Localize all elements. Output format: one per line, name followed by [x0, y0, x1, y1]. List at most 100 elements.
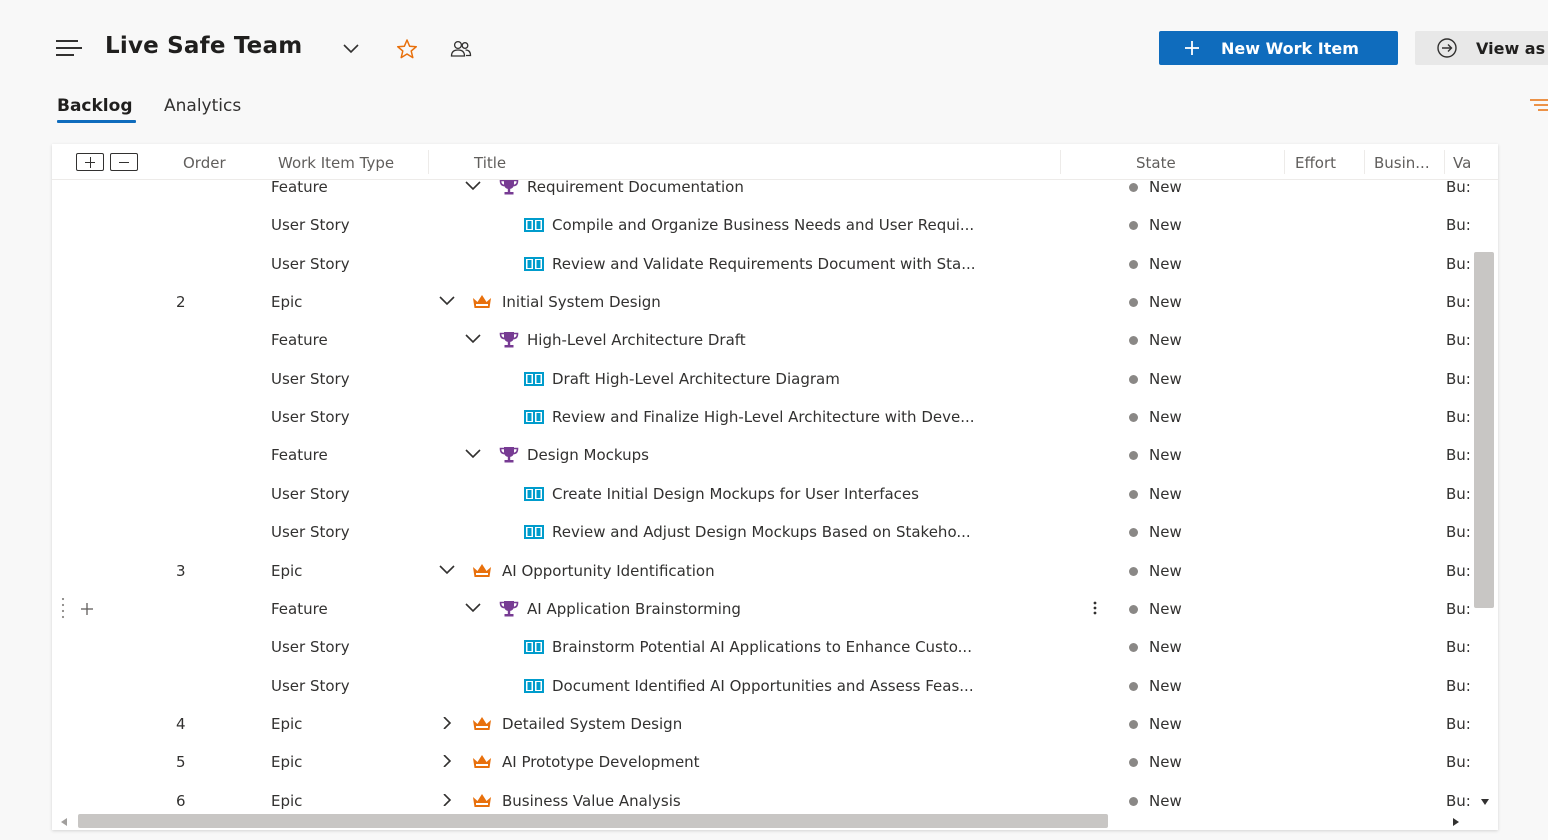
table-row[interactable]: Feature AI Application Brainstorming New Bu… — [52, 590, 1472, 628]
value-area-cell: Bu: — [1446, 331, 1471, 350]
state-indicator-dot — [1129, 758, 1138, 768]
table-row[interactable]: Feature High-Level Architecture Draft New B… — [52, 321, 1472, 359]
work-item-title-link[interactable]: AI Application Brainstorming — [527, 600, 741, 618]
work-item-title-link[interactable]: Initial System Design — [502, 293, 661, 311]
table-row[interactable]: User Story Document Identified AI Opportu… — [52, 667, 1472, 705]
work-item-title-link[interactable]: Review and Adjust Design Mockups Based o… — [552, 523, 971, 541]
expand-all-button[interactable] — [76, 153, 104, 171]
work-item-type-cell: Epic — [271, 293, 303, 312]
work-item-title-link[interactable]: Design Mockups — [527, 446, 649, 464]
order-cell: 2 — [176, 293, 186, 312]
tab-analytics[interactable]: Analytics — [164, 96, 241, 116]
scroll-left-icon[interactable] — [60, 817, 68, 827]
work-item-title-link[interactable]: Create Initial Design Mockups for User I… — [552, 485, 919, 503]
table-row[interactable]: User Story Review and Validate Requiremen… — [52, 245, 1472, 283]
chevron-down-icon[interactable] — [438, 295, 456, 307]
work-item-title-link[interactable]: Draft High-Level Architecture Diagram — [552, 370, 840, 388]
filter-icon[interactable] — [1528, 98, 1548, 112]
state-cell: New — [1149, 369, 1182, 388]
book-icon — [524, 678, 544, 693]
work-item-type-cell: User Story — [271, 254, 350, 273]
work-item-title-link[interactable]: Requirement Documentation — [527, 180, 744, 196]
work-item-title-link[interactable]: Document Identified AI Opportunities and… — [552, 677, 974, 695]
work-item-type-cell: Epic — [271, 753, 303, 772]
work-item-title-link[interactable]: AI Opportunity Identification — [502, 562, 715, 580]
work-item-type-cell: User Story — [271, 484, 350, 503]
work-item-title-link[interactable]: Detailed System Design — [502, 715, 682, 733]
new-work-item-button[interactable]: New Work Item — [1159, 31, 1398, 65]
star-icon[interactable] — [396, 38, 418, 60]
vertical-scroll-thumb[interactable] — [1474, 252, 1494, 608]
book-icon — [524, 486, 544, 501]
chevron-right-icon[interactable] — [438, 793, 456, 806]
chevron-down-icon[interactable] — [464, 180, 482, 192]
state-cell: New — [1149, 791, 1182, 810]
table-row[interactable]: 6 Epic Business Value Analysis New Bu: — [52, 782, 1472, 812]
work-item-title-link[interactable]: Review and Finalize High-Level Architect… — [552, 408, 975, 426]
column-divider — [1284, 150, 1285, 174]
chevron-right-icon[interactable] — [438, 755, 456, 768]
scroll-right-icon[interactable] — [1452, 817, 1460, 827]
table-row[interactable]: Feature Requirement Documentation New Bu: — [52, 180, 1472, 206]
column-value-area[interactable]: Va — [1453, 154, 1472, 172]
table-row[interactable]: User Story Review and Adjust Design Mocku… — [52, 513, 1472, 551]
table-row[interactable]: 2 Epic Initial System Design New Bu: — [52, 283, 1472, 321]
work-item-type-cell: Epic — [271, 714, 303, 733]
table-row[interactable]: 4 Epic Detailed System Design New Bu: — [52, 705, 1472, 743]
collapse-all-button[interactable] — [110, 153, 138, 171]
chevron-down-icon[interactable] — [464, 333, 482, 345]
work-item-title-link[interactable]: Compile and Organize Business Needs and … — [552, 216, 974, 234]
table-row[interactable]: User Story Brainstorm Potential AI Applic… — [52, 628, 1472, 666]
add-child-icon[interactable] — [80, 602, 94, 616]
view-as-button[interactable]: View as — [1415, 31, 1548, 65]
drag-handle-icon[interactable] — [60, 597, 66, 620]
work-item-title-link[interactable]: Brainstorm Potential AI Applications to … — [552, 638, 972, 656]
work-item-title-link[interactable]: Review and Validate Requirements Documen… — [552, 255, 976, 273]
work-item-title-link[interactable]: AI Prototype Development — [502, 753, 700, 771]
table-row[interactable]: User Story Create Initial Design Mockups … — [52, 475, 1472, 513]
scroll-down-icon[interactable] — [1480, 798, 1490, 806]
book-icon — [524, 525, 544, 540]
table-row[interactable]: User Story Compile and Organize Business … — [52, 206, 1472, 244]
chevron-down-icon[interactable] — [342, 42, 360, 54]
crown-icon — [473, 563, 491, 577]
more-actions-icon[interactable] — [1092, 600, 1098, 616]
table-row[interactable]: 3 Epic AI Opportunity Identification New Bu: — [52, 552, 1472, 590]
hamburger-menu-icon[interactable] — [56, 40, 82, 58]
table-row[interactable]: Feature Design Mockups New Bu: — [52, 436, 1472, 474]
book-icon — [524, 410, 544, 425]
state-cell: New — [1149, 331, 1182, 350]
work-item-type-cell: User Story — [271, 216, 350, 235]
value-area-cell: Bu: — [1446, 369, 1471, 388]
work-item-title-link[interactable]: Business Value Analysis — [502, 792, 681, 810]
horizontal-scroll-thumb[interactable] — [78, 814, 1108, 828]
chevron-down-icon[interactable] — [464, 448, 482, 460]
value-area-cell: Bu: — [1446, 254, 1471, 273]
column-business-value[interactable]: Busin... — [1374, 154, 1430, 172]
column-order[interactable]: Order — [183, 154, 226, 172]
column-effort[interactable]: Effort — [1295, 154, 1336, 172]
team-members-icon[interactable] — [450, 40, 472, 58]
column-title[interactable]: Title — [474, 154, 506, 172]
table-row[interactable]: User Story Review and Finalize High-Level… — [52, 398, 1472, 436]
state-cell: New — [1149, 599, 1182, 618]
chevron-down-icon[interactable] — [464, 602, 482, 614]
state-indicator-dot — [1129, 643, 1138, 653]
work-item-title-link[interactable]: High-Level Architecture Draft — [527, 331, 746, 349]
table-row[interactable]: 5 Epic AI Prototype Development New Bu: — [52, 743, 1472, 781]
table-row[interactable]: User Story Draft High-Level Architecture … — [52, 360, 1472, 398]
state-indicator-dot — [1129, 221, 1138, 231]
crown-icon — [473, 716, 491, 730]
work-item-type-cell: Epic — [271, 791, 303, 810]
chevron-down-icon[interactable] — [438, 564, 456, 576]
column-work-item-type[interactable]: Work Item Type — [278, 154, 394, 172]
value-area-cell: Bu: — [1446, 638, 1471, 657]
grid-header: Order Work Item Type Title State Effort … — [52, 144, 1498, 180]
state-cell: New — [1149, 638, 1182, 657]
value-area-cell: Bu: — [1446, 180, 1471, 196]
tab-backlog[interactable]: Backlog — [57, 96, 133, 116]
state-cell: New — [1149, 753, 1182, 772]
chevron-right-icon[interactable] — [438, 716, 456, 729]
column-state[interactable]: State — [1136, 154, 1176, 172]
trophy-icon — [499, 332, 519, 348]
